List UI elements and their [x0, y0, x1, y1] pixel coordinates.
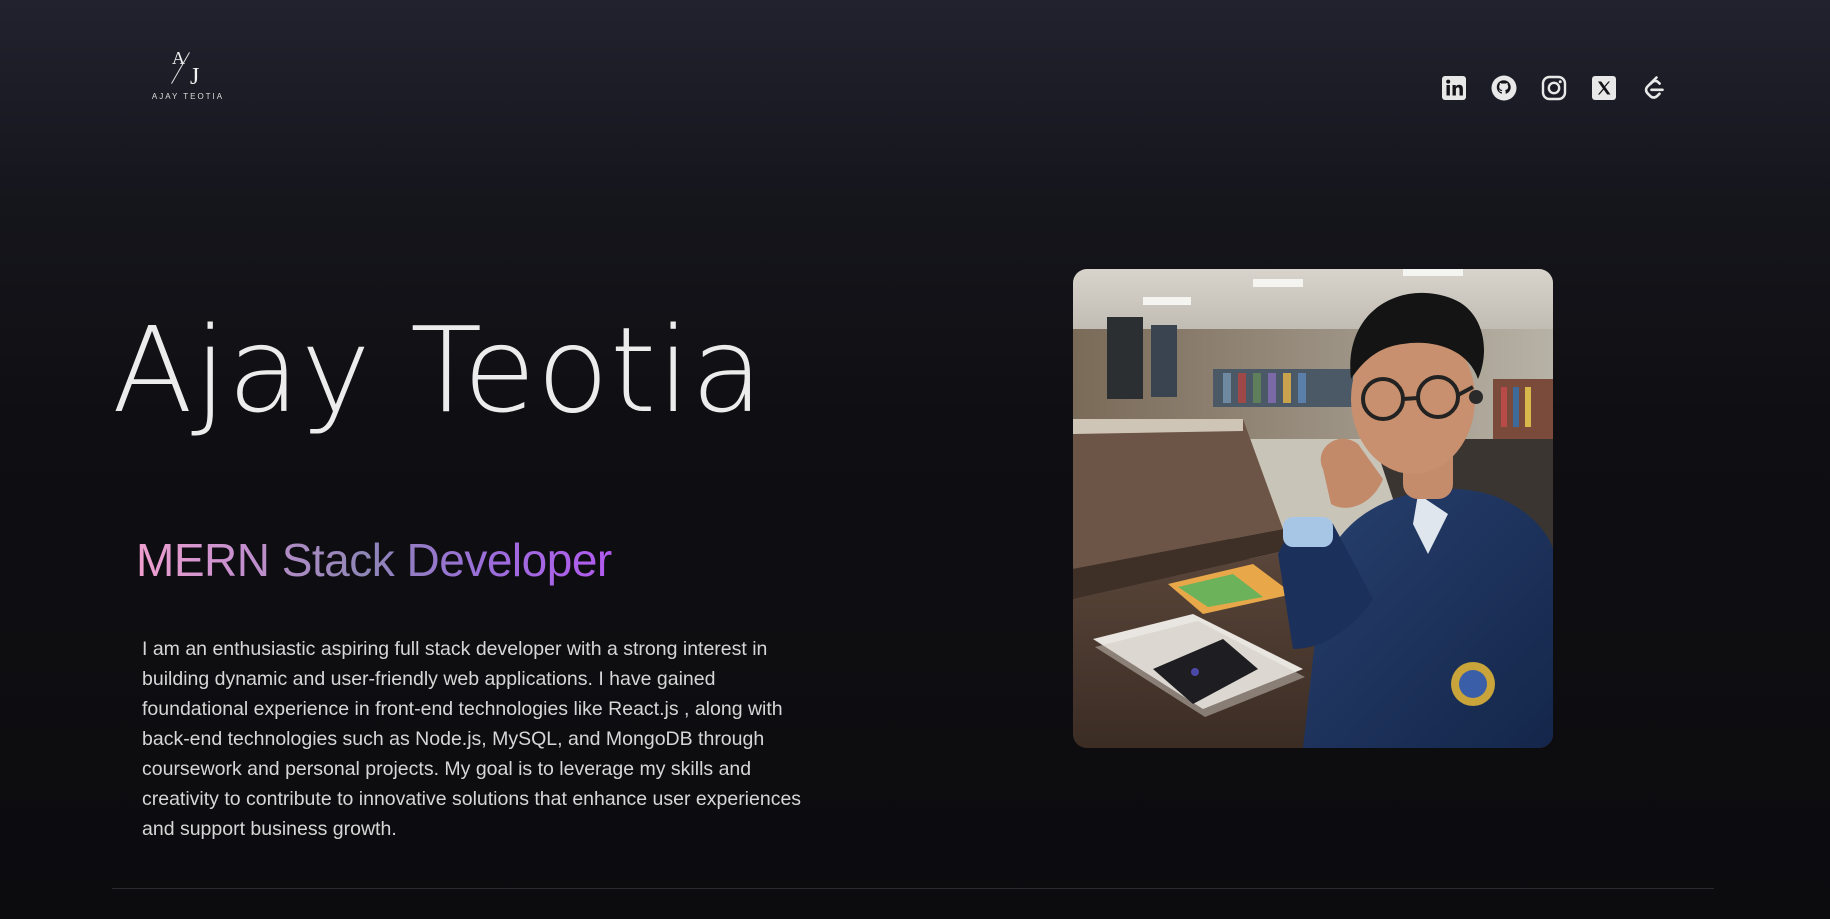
logo-text: AJAY TEOTIA — [151, 92, 225, 101]
linkedin-icon — [1442, 76, 1466, 100]
github-icon — [1491, 75, 1517, 101]
linkedin-link[interactable] — [1440, 74, 1468, 102]
profile-photo-illustration — [1073, 269, 1553, 748]
profile-photo — [1073, 269, 1553, 748]
hero-role: MERN Stack Developer — [136, 534, 612, 586]
hero-bio: I am an enthusiastic aspiring full stack… — [142, 638, 802, 840]
instagram-icon — [1541, 75, 1567, 101]
leetcode-link[interactable] — [1640, 74, 1668, 102]
hero-name: Ajay Teotia — [112, 301, 765, 439]
logo-mark: A J — [170, 48, 206, 90]
site-logo[interactable]: A J AJAY TEOTIA — [148, 48, 228, 114]
section-divider — [112, 888, 1714, 889]
leetcode-icon — [1644, 76, 1664, 99]
logo-mark-a: A — [172, 48, 185, 68]
x-twitter-link[interactable] — [1590, 74, 1618, 102]
github-link[interactable] — [1490, 74, 1518, 102]
social-links — [1440, 74, 1668, 102]
x-twitter-icon — [1592, 76, 1616, 100]
logo-mark-j: J — [190, 64, 200, 90]
instagram-link[interactable] — [1540, 74, 1568, 102]
